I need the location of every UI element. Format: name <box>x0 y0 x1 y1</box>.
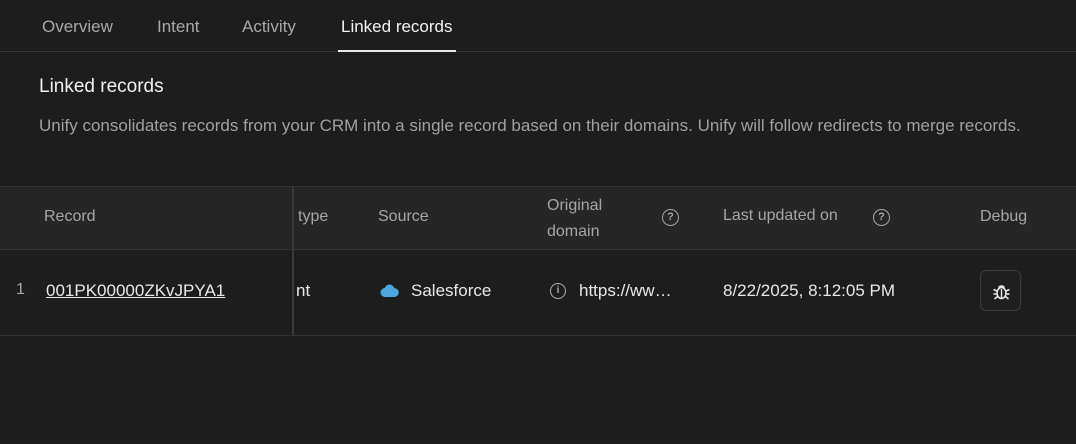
source-cell: Salesforce <box>411 281 492 300</box>
column-header-original-domain[interactable]: Original domain <box>547 193 627 245</box>
help-circle-icon[interactable]: ? <box>662 209 679 226</box>
row-index: 1 <box>16 281 25 298</box>
info-circle-icon[interactable]: i <box>550 283 566 299</box>
column-header-type[interactable]: type <box>298 208 328 226</box>
tab-bar: Overview Intent Activity Linked records <box>0 0 1076 52</box>
column-header-debug: Debug <box>980 208 1028 225</box>
bug-icon <box>993 285 1010 300</box>
tab-overview[interactable]: Overview <box>42 0 113 51</box>
table-header: Record type Source Original domain ? Las… <box>0 186 1076 250</box>
last-updated-cell: 8/22/2025, 8:12:05 PM <box>723 281 896 300</box>
sticky-column-divider <box>292 186 294 335</box>
tab-linked-records[interactable]: Linked records <box>338 0 456 52</box>
column-header-record[interactable]: Record <box>44 208 96 226</box>
original-domain-cell: https://ww… <box>579 281 672 300</box>
tab-activity[interactable]: Activity <box>242 0 296 51</box>
record-id-link[interactable]: 001PK00000ZKvJPYA1 <box>46 281 225 301</box>
table-row: 1 001PK00000ZKvJPYA1 nt Salesforce i htt… <box>0 249 1076 336</box>
record-type-cell: nt <box>296 281 311 300</box>
section-description: Unify consolidates records from your CRM… <box>39 116 1021 135</box>
column-header-last-updated[interactable]: Last updated on <box>723 207 838 225</box>
debug-button[interactable] <box>980 270 1021 311</box>
help-circle-icon[interactable]: ? <box>873 209 890 226</box>
salesforce-cloud-icon <box>380 284 399 303</box>
column-header-source[interactable]: Source <box>378 208 429 226</box>
section-title: Linked records <box>39 76 164 97</box>
tab-intent[interactable]: Intent <box>157 0 200 51</box>
